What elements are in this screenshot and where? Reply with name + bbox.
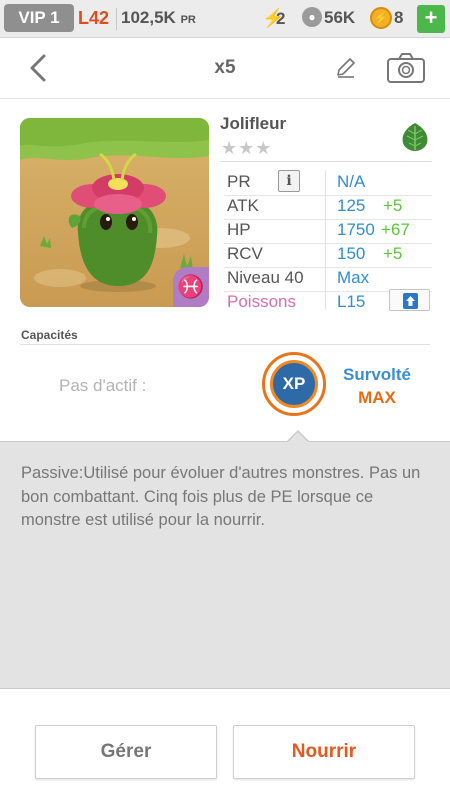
stat-bonus-hp: +67 bbox=[381, 220, 410, 239]
monster-portrait[interactable]: ♓ bbox=[20, 118, 209, 307]
paw-counter[interactable]: ● 56K bbox=[302, 5, 355, 31]
manage-button[interactable]: Gérer bbox=[35, 725, 217, 779]
stat-value-rcv: 150 bbox=[337, 244, 366, 263]
paw-icon: ● bbox=[302, 7, 322, 27]
add-currency-button[interactable]: + bbox=[417, 5, 445, 33]
player-level: L42 bbox=[78, 8, 110, 28]
capacities-heading: Capacités bbox=[21, 328, 78, 342]
divider bbox=[220, 161, 432, 162]
info-icon[interactable]: i bbox=[278, 170, 300, 192]
coin-value: 8 bbox=[394, 8, 404, 27]
vip-badge[interactable]: VIP 1 bbox=[4, 4, 74, 32]
coin-icon: ⚡ bbox=[370, 7, 392, 29]
stat-label-atk: ATK bbox=[227, 196, 259, 215]
xp-icon: XP bbox=[270, 360, 318, 408]
stat-label-hp: HP bbox=[227, 220, 251, 239]
stat-label-level: Niveau 40 bbox=[227, 268, 304, 287]
zodiac-pisces-icon: ♓ bbox=[173, 267, 209, 307]
active-skill-text: Pas d'actif : bbox=[59, 376, 147, 395]
lightning-icon: ⚡ bbox=[262, 8, 285, 28]
header: x5 bbox=[0, 38, 450, 99]
arrow-up-icon bbox=[403, 293, 418, 309]
upgrade-sign-button[interactable] bbox=[389, 289, 430, 311]
divider bbox=[325, 170, 326, 310]
stat-value-hp: 1750 bbox=[337, 220, 375, 239]
monster-name: Jolifleur bbox=[220, 114, 287, 133]
pr-value: 102,5K bbox=[121, 8, 176, 27]
stat-value-atk: 125 bbox=[337, 196, 366, 215]
page-title: x5 bbox=[214, 57, 236, 78]
stat-bonus-atk: +5 bbox=[383, 196, 403, 215]
stat-label-pr: PR bbox=[227, 172, 251, 191]
coin-counter[interactable]: ⚡ 8 bbox=[370, 5, 403, 31]
stat-label-sign: Poissons bbox=[227, 292, 296, 311]
divider bbox=[116, 8, 117, 30]
skill-description: Passive:Utilisé pour évoluer d'autres mo… bbox=[21, 464, 421, 529]
pr-unit: PR bbox=[180, 14, 196, 26]
camera-icon[interactable] bbox=[386, 52, 426, 84]
skill-description-panel: Passive:Utilisé pour évoluer d'autres mo… bbox=[0, 441, 450, 689]
stat-value-pr: N/A bbox=[337, 172, 366, 191]
panel-pointer-fill bbox=[287, 432, 309, 443]
passive-skill-name: Survolté bbox=[342, 365, 412, 384]
stat-value-sign-level: L15 bbox=[337, 292, 366, 311]
passive-skill-button[interactable]: XP bbox=[262, 352, 326, 416]
passive-skill-level: MAX bbox=[358, 388, 396, 407]
pr-total: 102,5K PR bbox=[121, 6, 196, 32]
status-bar: VIP 1 L42 102,5K PR ⚡2 ● 56K ⚡ 8 + bbox=[0, 0, 450, 38]
leaf-icon bbox=[402, 123, 428, 151]
stat-bonus-rcv: +5 bbox=[383, 244, 403, 263]
stat-value-level: Max bbox=[337, 268, 370, 287]
energy-counter[interactable]: ⚡2 bbox=[262, 5, 285, 32]
divider bbox=[20, 344, 430, 345]
rarity-stars: ★★★ bbox=[221, 138, 273, 158]
back-chevron-icon[interactable] bbox=[24, 50, 54, 86]
paw-value: 56K bbox=[324, 8, 356, 27]
pencil-icon[interactable] bbox=[334, 55, 358, 79]
energy-value: 2 bbox=[276, 9, 286, 28]
stat-label-rcv: RCV bbox=[227, 244, 263, 263]
feed-button[interactable]: Nourrir bbox=[233, 725, 415, 779]
